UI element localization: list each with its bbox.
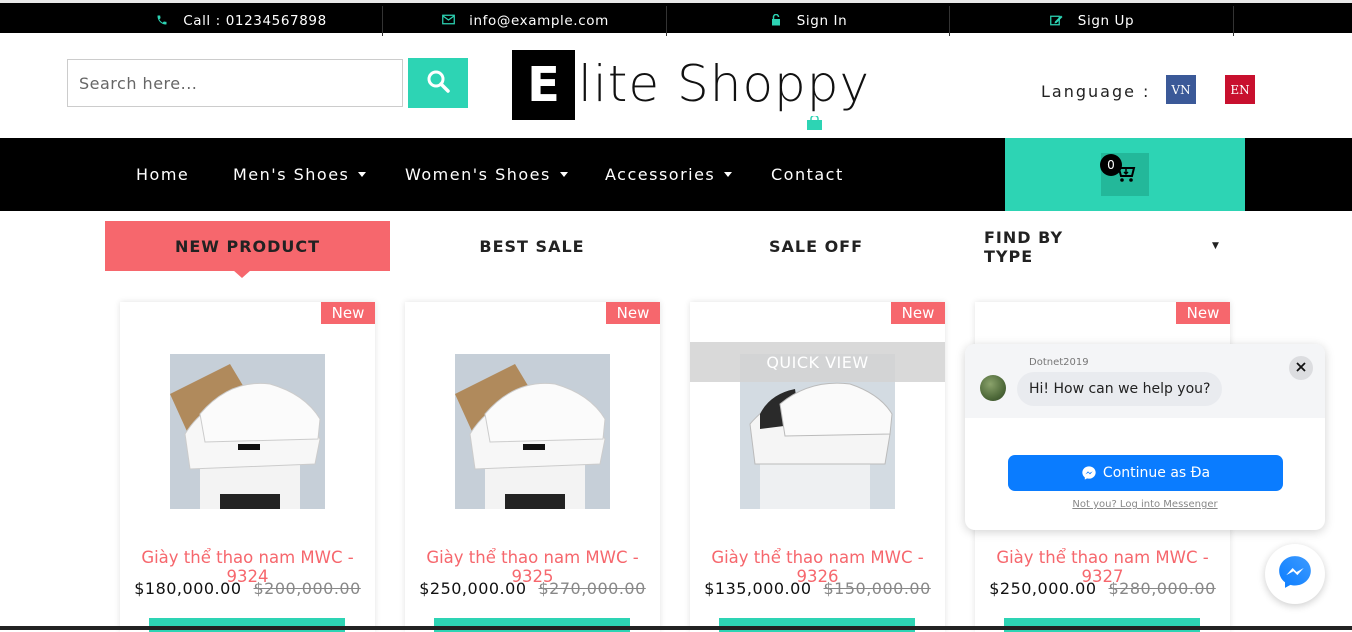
email-text[interactable]: info@example.com bbox=[469, 13, 609, 29]
chat-page-name: Dotnet2019 bbox=[1029, 357, 1089, 368]
product-image[interactable] bbox=[170, 354, 325, 509]
cart-count-badge: 0 bbox=[1100, 154, 1122, 176]
logo-letter[interactable]: E bbox=[512, 50, 575, 120]
new-badge: New bbox=[891, 302, 945, 324]
nav-accessories[interactable]: Accessories bbox=[605, 138, 733, 211]
envelope-icon bbox=[441, 14, 455, 28]
not-you-link[interactable]: Not you? Log into Messenger bbox=[965, 499, 1325, 510]
product-card[interactable]: New Giày thể thao nam MWC - 9325 $250,00… bbox=[405, 302, 660, 632]
nav-mens-shoes-label: Men's Shoes bbox=[233, 165, 350, 184]
search-input[interactable] bbox=[67, 59, 403, 107]
product-card[interactable]: New QUICK VIEW Giày thể thao nam MWC - 9… bbox=[690, 302, 945, 632]
product-prices: $180,000.00 $200,000.00 bbox=[120, 579, 375, 598]
caret-down-icon bbox=[724, 172, 733, 177]
product-prices: $135,000.00 $150,000.00 bbox=[690, 579, 945, 598]
find-by-type-select[interactable]: FIND BY TYPE bbox=[984, 222, 1090, 272]
tab-sale-off[interactable]: SALE OFF bbox=[674, 221, 958, 271]
continue-as-button[interactable]: Continue as Đa bbox=[1008, 455, 1283, 491]
nav-home-label: Home bbox=[136, 165, 190, 184]
page-avatar bbox=[980, 375, 1006, 401]
product-price: $180,000.00 bbox=[134, 579, 242, 598]
nav-home[interactable]: Home bbox=[136, 138, 189, 211]
product-price: $250,000.00 bbox=[989, 579, 1097, 598]
shopping-bag-icon bbox=[806, 114, 823, 130]
messenger-launcher-button[interactable] bbox=[1265, 544, 1325, 604]
product-image[interactable] bbox=[455, 354, 610, 509]
nav-womens-shoes-label: Women's Shoes bbox=[405, 165, 551, 184]
language-vn-button[interactable]: VN bbox=[1166, 75, 1196, 104]
new-badge: New bbox=[321, 302, 375, 324]
search-icon bbox=[426, 69, 450, 97]
active-tab-pointer bbox=[233, 270, 251, 278]
quick-view-button[interactable]: QUICK VIEW bbox=[690, 342, 945, 382]
nav-mens-shoes[interactable]: Men's Shoes bbox=[233, 138, 367, 211]
bottom-border bbox=[0, 626, 1352, 630]
sign-up-link[interactable]: Sign Up bbox=[951, 6, 1234, 36]
product-prices: $250,000.00 $280,000.00 bbox=[975, 579, 1230, 598]
close-chat-button[interactable] bbox=[1289, 356, 1313, 380]
product-old-price: $280,000.00 bbox=[1108, 579, 1216, 598]
edit-icon bbox=[1050, 14, 1064, 29]
call-text: Call : 01234567898 bbox=[183, 13, 327, 29]
top-bar: Call : 01234567898 info@example.com Sign… bbox=[0, 0, 1352, 36]
tab-best-sale[interactable]: BEST SALE bbox=[390, 221, 674, 271]
product-price: $135,000.00 bbox=[704, 579, 812, 598]
sign-in-link[interactable]: Sign In bbox=[667, 6, 950, 36]
product-old-price: $200,000.00 bbox=[253, 579, 361, 598]
tab-new-product[interactable]: NEW PRODUCT bbox=[105, 221, 390, 271]
language-label: Language : bbox=[1041, 82, 1151, 101]
phone-icon bbox=[155, 14, 169, 29]
nav-womens-shoes[interactable]: Women's Shoes bbox=[405, 138, 568, 211]
new-badge: New bbox=[606, 302, 660, 324]
product-prices: $250,000.00 $270,000.00 bbox=[405, 579, 660, 598]
caret-down-icon bbox=[358, 172, 367, 177]
chat-greeting-bubble: Hi! How can we help you? bbox=[1017, 372, 1223, 406]
product-old-price: $270,000.00 bbox=[538, 579, 646, 598]
messenger-chat-popup: Dotnet2019 Hi! How can we help you? Cont… bbox=[965, 344, 1325, 530]
nav-contact[interactable]: Contact bbox=[771, 138, 844, 211]
select-arrow-icon[interactable]: ▼ bbox=[1212, 241, 1219, 251]
close-icon bbox=[1296, 360, 1306, 376]
call-info: Call : 01234567898 bbox=[100, 6, 383, 36]
logo-text[interactable]: lite Shoppy bbox=[578, 54, 870, 114]
new-badge: New bbox=[1176, 302, 1230, 324]
product-price: $250,000.00 bbox=[419, 579, 527, 598]
messenger-icon bbox=[1276, 553, 1314, 595]
product-card[interactable]: New Giày thể thao nam MWC - 9324 $180,00… bbox=[120, 302, 375, 632]
sign-up-text[interactable]: Sign Up bbox=[1078, 13, 1134, 29]
nav-accessories-label: Accessories bbox=[605, 165, 716, 184]
search-button[interactable] bbox=[408, 58, 468, 108]
lock-icon bbox=[769, 13, 783, 29]
sign-in-text[interactable]: Sign In bbox=[797, 13, 847, 29]
continue-as-label: Continue as Đa bbox=[1102, 465, 1211, 481]
caret-down-icon bbox=[559, 172, 568, 177]
nav-contact-label: Contact bbox=[771, 165, 844, 184]
product-old-price: $150,000.00 bbox=[823, 579, 931, 598]
language-en-button[interactable]: EN bbox=[1225, 75, 1255, 104]
email-info[interactable]: info@example.com bbox=[384, 6, 667, 36]
messenger-icon bbox=[1081, 465, 1097, 481]
